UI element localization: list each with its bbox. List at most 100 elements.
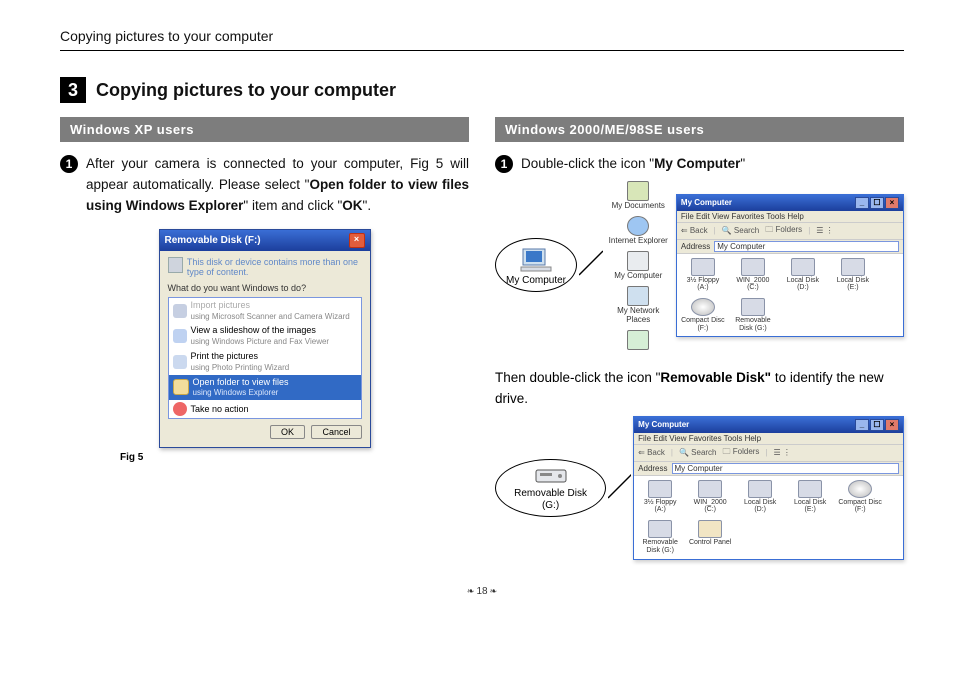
- icon-label: My Computer: [614, 271, 662, 280]
- page-number: 18: [60, 586, 904, 597]
- drives-pane-2: 3½ Floppy (A:) WIN_2000 (C:) Local Disk …: [634, 476, 903, 559]
- drive-label: Removable Disk (G:): [642, 539, 677, 554]
- column-legacy: Windows 2000/ME/98SE users 1 Double-clic…: [495, 117, 904, 578]
- list-item[interactable]: Import picturesusing Microsoft Scanner a…: [169, 298, 361, 324]
- desktop-icon-mydocs[interactable]: My Documents: [605, 181, 672, 210]
- xp-step-bold-2: OK: [342, 198, 362, 213]
- text-bold: Removable Disk": [660, 370, 771, 385]
- legacy-step-text-b: ": [740, 156, 745, 171]
- mycomputer-window-1: My Computer _☐× File Edit View Favorites…: [676, 194, 904, 338]
- drives-pane-1: 3½ Floppy (A:) WIN_2000 (C:) Local Disk …: [677, 254, 903, 337]
- drive-icon[interactable]: Local Disk (D:): [738, 480, 782, 514]
- list-item[interactable]: Playusing Windows Media Player: [169, 418, 361, 419]
- item-main: View a slideshow of the images: [191, 325, 316, 335]
- pointer-line: [608, 468, 631, 508]
- address-field[interactable]: My Computer: [672, 463, 899, 474]
- window-title: My Computer: [681, 198, 732, 207]
- drive-icon[interactable]: Removable Disk (G:): [731, 298, 775, 332]
- pointer-line: [579, 245, 603, 285]
- item-main: Take no action: [191, 404, 249, 414]
- drive-label: WIN_2000 (C:): [694, 499, 727, 514]
- control-panel-icon[interactable]: Control Panel: [688, 520, 732, 554]
- desktop-icon-ie[interactable]: Internet Explorer: [605, 216, 672, 245]
- drive-label: Local Disk (D:): [744, 499, 776, 514]
- item-main: Open folder to view files: [193, 377, 289, 387]
- minimize-icon[interactable]: _: [855, 197, 869, 209]
- drive-icon[interactable]: Local Disk (D:): [781, 258, 825, 292]
- dialog-message: This disk or device contains more than o…: [187, 257, 362, 277]
- step-bullet-1: 1: [495, 155, 513, 173]
- window-menu[interactable]: File Edit View Favorites Tools Help: [677, 211, 903, 223]
- icon-label: My Documents: [612, 201, 665, 210]
- drive-icon[interactable]: 3½ Floppy (A:): [638, 480, 682, 514]
- item-sub: using Microsoft Scanner and Camera Wizar…: [191, 312, 350, 321]
- drive-label: Compact Disc (F:): [681, 317, 725, 332]
- callout-label: My Computer: [506, 275, 566, 286]
- back-button[interactable]: ⇐ Back: [681, 226, 708, 235]
- drive-icon[interactable]: WIN_2000 (C:): [731, 258, 775, 292]
- drive-icon[interactable]: Compact Disc (F:): [838, 480, 882, 514]
- removable-disk-icon: [534, 468, 568, 486]
- back-button[interactable]: ⇐ Back: [638, 448, 665, 457]
- legacy-step-text-a: Double-click the icon ": [521, 156, 654, 171]
- drive-label: Removable Disk (G:): [735, 317, 770, 332]
- folders-button[interactable]: 🗀 Folders: [723, 446, 760, 460]
- close-icon[interactable]: ×: [349, 233, 365, 248]
- address-label: Address: [638, 464, 667, 473]
- section-number-badge: 3: [60, 77, 86, 103]
- xp-autoplay-dialog: Removable Disk (F:) × This disk or devic…: [159, 229, 371, 448]
- close-icon[interactable]: ×: [885, 419, 899, 431]
- address-field[interactable]: My Computer: [714, 241, 899, 252]
- legacy-step-1: 1 Double-click the icon "My Computer": [495, 154, 904, 175]
- xp-heading: Windows XP users: [60, 117, 469, 142]
- drive-icon-removable[interactable]: Removable Disk (G:): [638, 520, 682, 554]
- drive-icon[interactable]: Compact Disc (F:): [681, 298, 725, 332]
- legacy-step-2-text: Then double-click the icon "Removable Di…: [495, 368, 904, 410]
- list-item[interactable]: Print the picturesusing Photo Printing W…: [169, 349, 361, 375]
- window-toolbar[interactable]: ⇐ Back| 🔍 Search 🗀 Folders |☰ ⋮: [677, 223, 903, 240]
- close-icon[interactable]: ×: [885, 197, 899, 209]
- window-toolbar[interactable]: ⇐ Back| 🔍 Search 🗀 Folders |☰ ⋮: [634, 445, 903, 462]
- cancel-button[interactable]: Cancel: [311, 425, 361, 439]
- list-item[interactable]: View a slideshow of the imagesusing Wind…: [169, 323, 361, 349]
- dialog-title: Removable Disk (F:): [165, 235, 261, 246]
- ok-button[interactable]: OK: [270, 425, 305, 439]
- search-button[interactable]: 🔍 Search: [679, 448, 717, 457]
- drive-icon[interactable]: Local Disk (E:): [831, 258, 875, 292]
- column-xp: Windows XP users 1 After your camera is …: [60, 117, 469, 578]
- item-main: Print the pictures: [191, 351, 259, 361]
- fig5-caption: Fig 5: [120, 452, 469, 463]
- callout-label: Removable Disk (G:): [514, 488, 587, 511]
- drive-icon[interactable]: Local Disk (E:): [788, 480, 832, 514]
- drive-icon[interactable]: 3½ Floppy (A:): [681, 258, 725, 292]
- mycomputer-window-2: My Computer _☐× File Edit View Favorites…: [633, 416, 904, 560]
- desktop-icon-recycle[interactable]: [605, 330, 672, 350]
- drive-label: WIN_2000 (C:): [736, 277, 769, 292]
- step-bullet-1: 1: [60, 155, 78, 173]
- callout-my-computer: My Computer: [495, 238, 577, 292]
- desktop-icons-column: My Documents Internet Explorer My Comput…: [605, 181, 672, 350]
- address-label: Address: [681, 242, 710, 251]
- drive-label: 3½ Floppy (A:): [644, 499, 677, 514]
- maximize-icon[interactable]: ☐: [870, 197, 884, 209]
- dialog-question: What do you want Windows to do?: [168, 283, 362, 293]
- window-title: My Computer: [638, 420, 689, 429]
- minimize-icon[interactable]: _: [855, 419, 869, 431]
- desktop-icon-mycomputer[interactable]: My Computer: [605, 251, 672, 280]
- maximize-icon[interactable]: ☐: [870, 419, 884, 431]
- list-item[interactable]: Take no action: [169, 400, 361, 418]
- dialog-action-list[interactable]: Import picturesusing Microsoft Scanner a…: [168, 297, 362, 419]
- callout-removable-disk: Removable Disk (G:): [495, 459, 606, 517]
- drive-icon[interactable]: WIN_2000 (C:): [688, 480, 732, 514]
- desktop-icon-network[interactable]: My Network Places: [605, 286, 672, 324]
- legacy-step-bold: My Computer: [654, 156, 740, 171]
- search-button[interactable]: 🔍 Search: [722, 226, 760, 235]
- drive-label: Compact Disc (F:): [838, 499, 882, 514]
- icon-label: Internet Explorer: [609, 236, 668, 245]
- list-item-selected[interactable]: Open folder to view filesusing Windows E…: [169, 375, 361, 401]
- xp-step-1: 1 After your camera is connected to your…: [60, 154, 469, 217]
- window-menu[interactable]: File Edit View Favorites Tools Help: [634, 433, 903, 445]
- folders-button[interactable]: 🗀 Folders: [765, 224, 802, 238]
- drive-label: Control Panel: [689, 539, 731, 546]
- item-sub: using Windows Explorer: [193, 388, 279, 397]
